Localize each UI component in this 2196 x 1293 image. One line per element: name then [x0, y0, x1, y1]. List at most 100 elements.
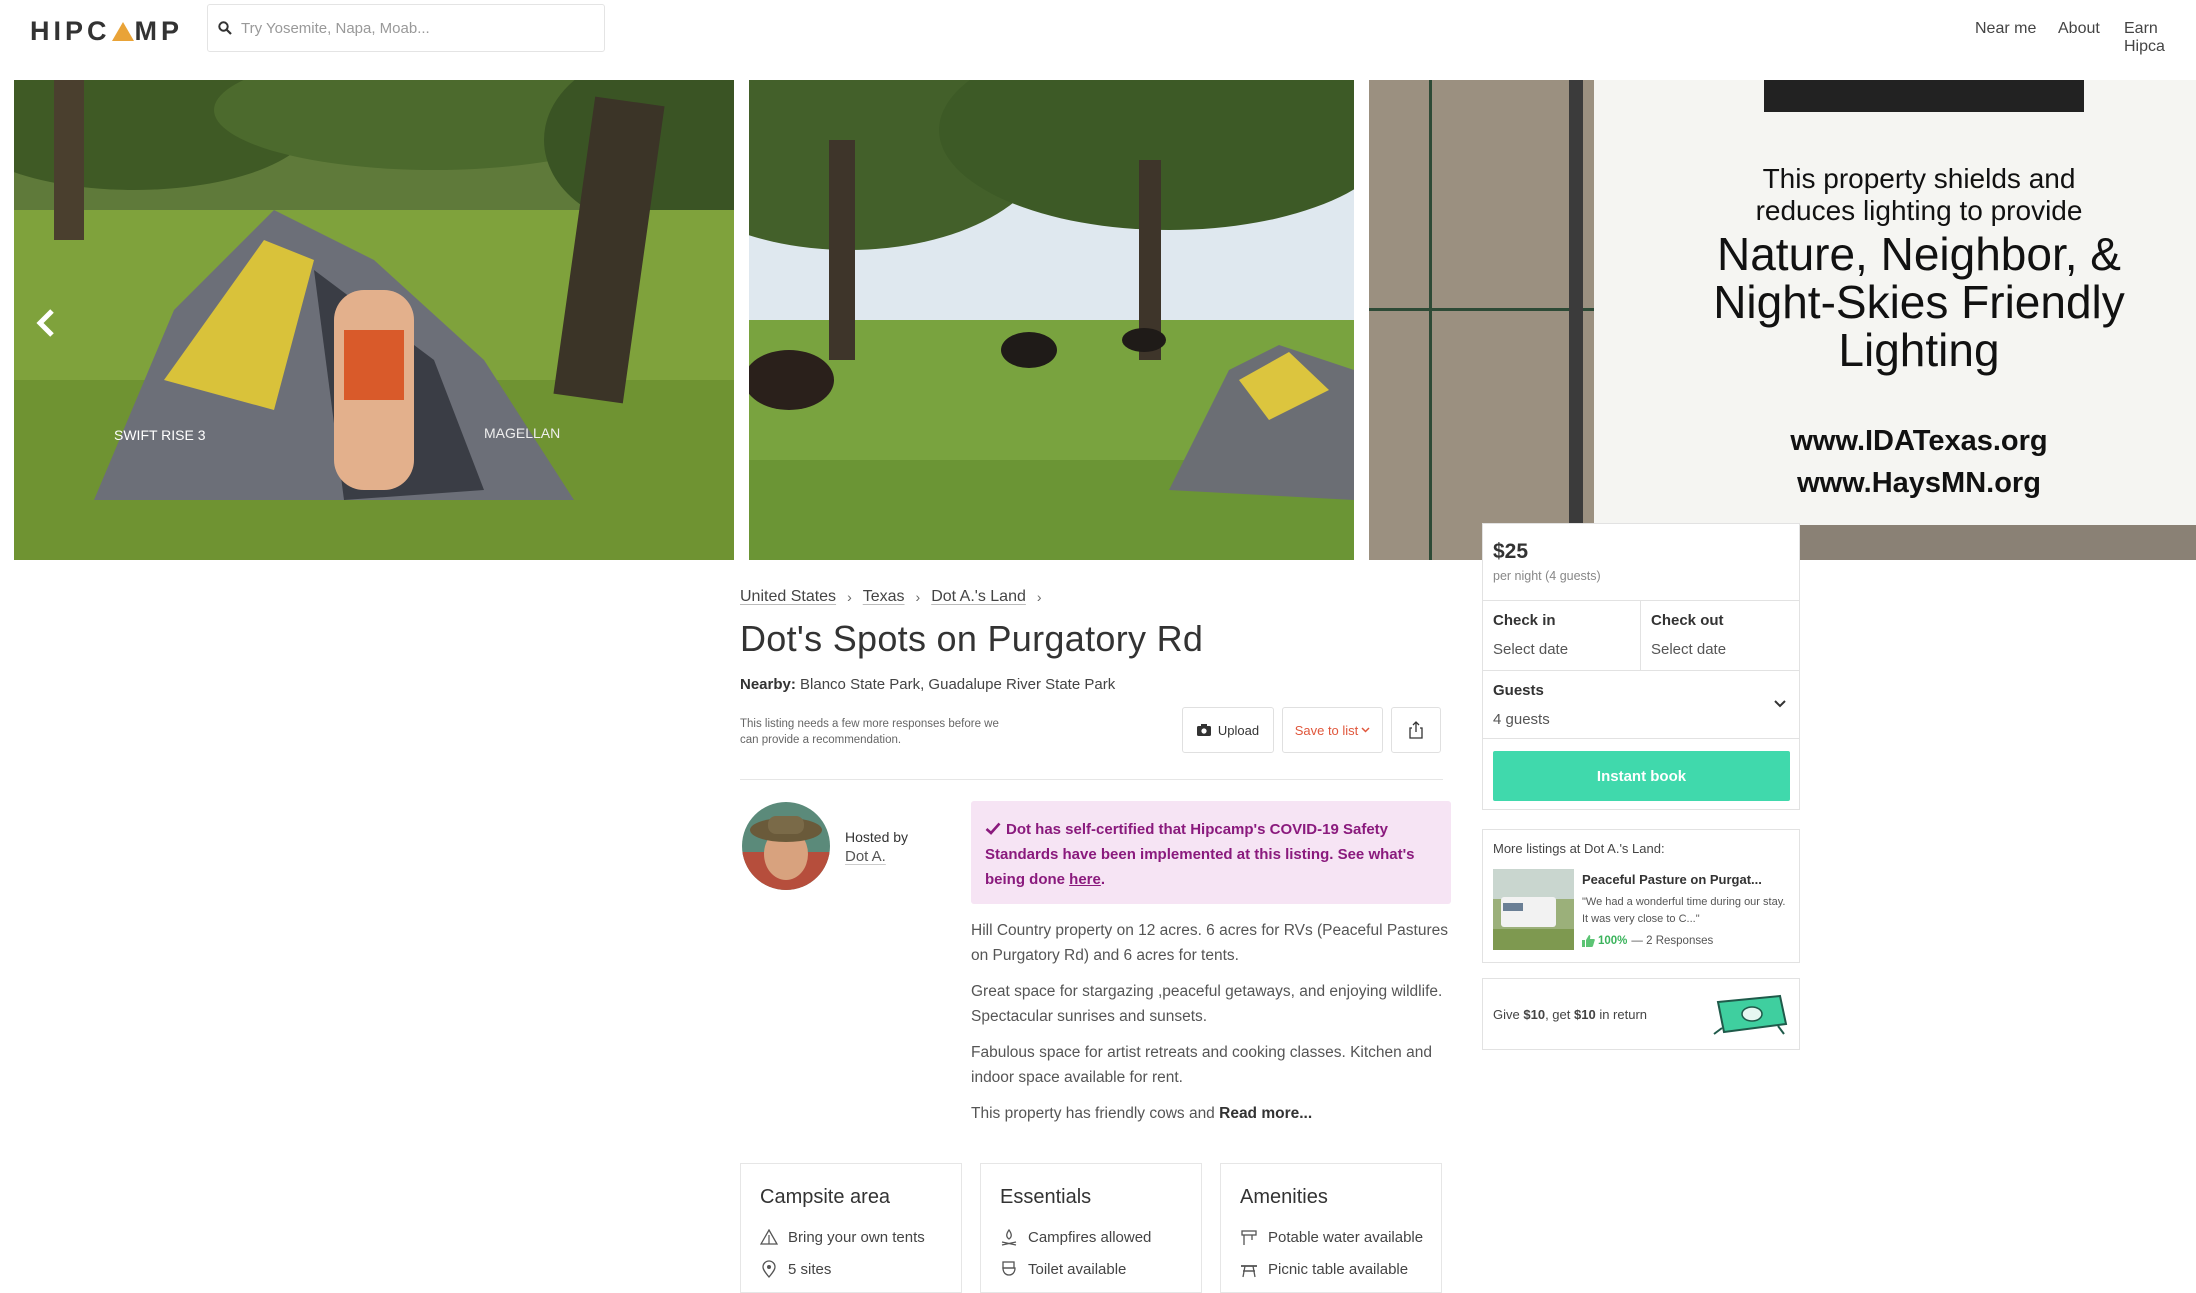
save-label: Save to list	[1294, 722, 1359, 738]
more-listing-title[interactable]: Peaceful Pasture on Purgat...	[1582, 872, 1762, 887]
feature-label: Potable water available	[1268, 1228, 1424, 1246]
check-in-field[interactable]: Check in Select date	[1482, 600, 1641, 670]
check-in-value: Select date	[1493, 641, 1569, 658]
referral-amount-get: $10	[1573, 1007, 1596, 1022]
feature-row: Potable water available	[1240, 1221, 1441, 1253]
feature-label: Campfires allowed	[1028, 1228, 1152, 1246]
campsite-area-card: Campsite area Bring your own tents 5 sit…	[740, 1163, 962, 1293]
share-button[interactable]	[1391, 707, 1441, 753]
referral-rest: in return	[1599, 1007, 1648, 1022]
per-night-label: per night (4 guests)	[1493, 569, 1601, 583]
sign-url-1: www.IDATexas.org	[1789, 425, 2047, 457]
host-avatar[interactable]	[742, 802, 830, 890]
referral-amount-give: $10	[1523, 1007, 1546, 1022]
instant-book-button[interactable]: Instant book	[1493, 751, 1790, 801]
listing-thumbnail[interactable]	[1493, 869, 1574, 950]
feature-row: Bring your own tents	[760, 1221, 961, 1253]
tent-icon	[760, 1229, 778, 1245]
search-input[interactable]	[239, 18, 583, 38]
rating-percent: 100%	[1598, 935, 1628, 947]
prev-photo-arrow-icon[interactable]	[28, 305, 64, 341]
feature-row: Toilet available	[1000, 1253, 1201, 1285]
picnic-table-icon	[1241, 1265, 1257, 1278]
rating-responses: — 2 Responses	[1631, 935, 1714, 947]
check-out-value: Select date	[1651, 641, 1727, 658]
photo-dark-sky-sign[interactable]: This property shields and reduces lighti…	[1369, 80, 2196, 560]
essentials-card: Essentials Campfires allowed Toilet avai…	[980, 1163, 1202, 1293]
hosted-by: Hosted by Dot A.	[845, 827, 908, 867]
upload-button[interactable]: Upload	[1182, 707, 1274, 753]
description-paragraph: Hill Country property on 12 acres. 6 acr…	[971, 922, 1448, 964]
breadcrumb-texas[interactable]: Texas	[863, 588, 905, 606]
sign-line-3: Nature, Neighbor, &	[1717, 228, 2121, 280]
more-listing-quote: "We had a wonderful time during our stay…	[1582, 896, 1786, 925]
card-title: Campsite area	[760, 1186, 891, 1208]
gift-money-icon	[1710, 990, 1790, 1043]
water-tap-icon	[1241, 1230, 1257, 1245]
chevron-down-icon	[1361, 727, 1370, 733]
host-name[interactable]: Dot A.	[845, 847, 908, 867]
guests-value: 4 guests	[1493, 711, 1550, 728]
nearby-label: Nearby:	[740, 676, 796, 693]
breadcrumb-united-states[interactable]: United States	[740, 588, 836, 606]
description-paragraph: Great space for stargazing ,peaceful get…	[971, 983, 1443, 1025]
nav-earn-hipcash[interactable]: Earn Hipca	[2124, 20, 2196, 56]
feature-row: Campfires allowed	[1000, 1221, 1201, 1253]
sign-url-2: www.HaysMN.org	[1796, 467, 2041, 499]
tent-model-label: SWIFT RISE 3	[114, 427, 206, 443]
nearby-parks: Nearby: Blanco State Park, Guadalupe Riv…	[740, 676, 1115, 693]
hipcamp-logo[interactable]: HIPC MP	[30, 16, 183, 47]
save-to-list-button[interactable]: Save to list	[1282, 707, 1383, 753]
check-in-label: Check in	[1493, 612, 1556, 629]
referral-get: , get	[1545, 1007, 1571, 1022]
search-bar[interactable]	[207, 4, 605, 52]
recommendation-note: This listing needs a few more responses …	[740, 718, 999, 746]
upload-label: Upload	[1217, 722, 1260, 738]
description-last: This property has friendly cows and	[971, 1105, 1215, 1122]
listing-title: Dot's Spots on Purgatory Rd	[740, 618, 1204, 659]
chevron-right-icon: ›	[1036, 589, 1042, 605]
sign-line-4: Night-Skies Friendly	[1713, 276, 2125, 328]
photo-tent-camper[interactable]: MAGELLAN SWIFT RISE 3	[14, 80, 734, 560]
check-out-field[interactable]: Check out Select date	[1641, 600, 1800, 670]
nav-about[interactable]: About	[2058, 20, 2100, 38]
card-title: Amenities	[1240, 1186, 1328, 1208]
feature-label: Toilet available	[1028, 1260, 1127, 1278]
chevron-right-icon: ›	[847, 589, 852, 605]
chevron-right-icon: ›	[915, 589, 921, 605]
guests-select[interactable]: Guests 4 guests	[1482, 670, 1800, 738]
nearby-value: Blanco State Park, Guadalupe River State…	[800, 676, 1116, 693]
photo-pasture-cows[interactable]	[749, 80, 1354, 560]
covid-text: Dot has self-certified that Hipcamp's CO…	[985, 821, 1415, 888]
amenities-card: Amenities Potable water available Picnic…	[1220, 1163, 1442, 1293]
divider	[740, 779, 1443, 780]
sign-line-5: Lighting	[1838, 324, 1999, 376]
sign-line-2: reduces lighting to provide	[1756, 195, 2083, 226]
breadcrumb-land[interactable]: Dot A.'s Land	[931, 588, 1026, 606]
checkmark-icon	[985, 822, 1001, 835]
covid-here-link[interactable]: here	[1069, 871, 1101, 888]
check-out-label: Check out	[1651, 612, 1724, 629]
breadcrumb: United States › Texas › Dot A.'s Land ›	[740, 588, 1053, 606]
guests-label: Guests	[1493, 682, 1544, 699]
covid-end: .	[1100, 871, 1106, 888]
toilet-icon	[1002, 1261, 1016, 1276]
covid-safety-notice: Dot has self-certified that Hipcamp's CO…	[971, 801, 1451, 904]
more-listing-rating: 100% — 2 Responses	[1582, 935, 1713, 947]
nav-near-me[interactable]: Near me	[1975, 20, 2036, 38]
share-icon	[1409, 721, 1423, 739]
thumbs-up-icon	[1582, 935, 1595, 947]
map-pin-icon	[762, 1260, 776, 1278]
description-paragraph: Fabulous space for artist retreats and c…	[971, 1044, 1432, 1086]
sign-line-1: This property shields and	[1763, 163, 2076, 194]
feature-label: Picnic table available	[1268, 1260, 1409, 1278]
more-listings-heading: More listings at Dot A.'s Land:	[1493, 841, 1665, 856]
read-more-link[interactable]: Read more...	[1219, 1105, 1312, 1122]
feature-label: Bring your own tents	[788, 1228, 925, 1246]
tent-brand-label: MAGELLAN	[484, 425, 560, 441]
feature-row: Picnic table available	[1240, 1253, 1441, 1285]
chevron-down-icon	[1774, 700, 1786, 708]
camera-icon	[1196, 724, 1211, 736]
referral-give: Give	[1493, 1007, 1520, 1022]
logo-triangle-icon	[111, 22, 134, 41]
